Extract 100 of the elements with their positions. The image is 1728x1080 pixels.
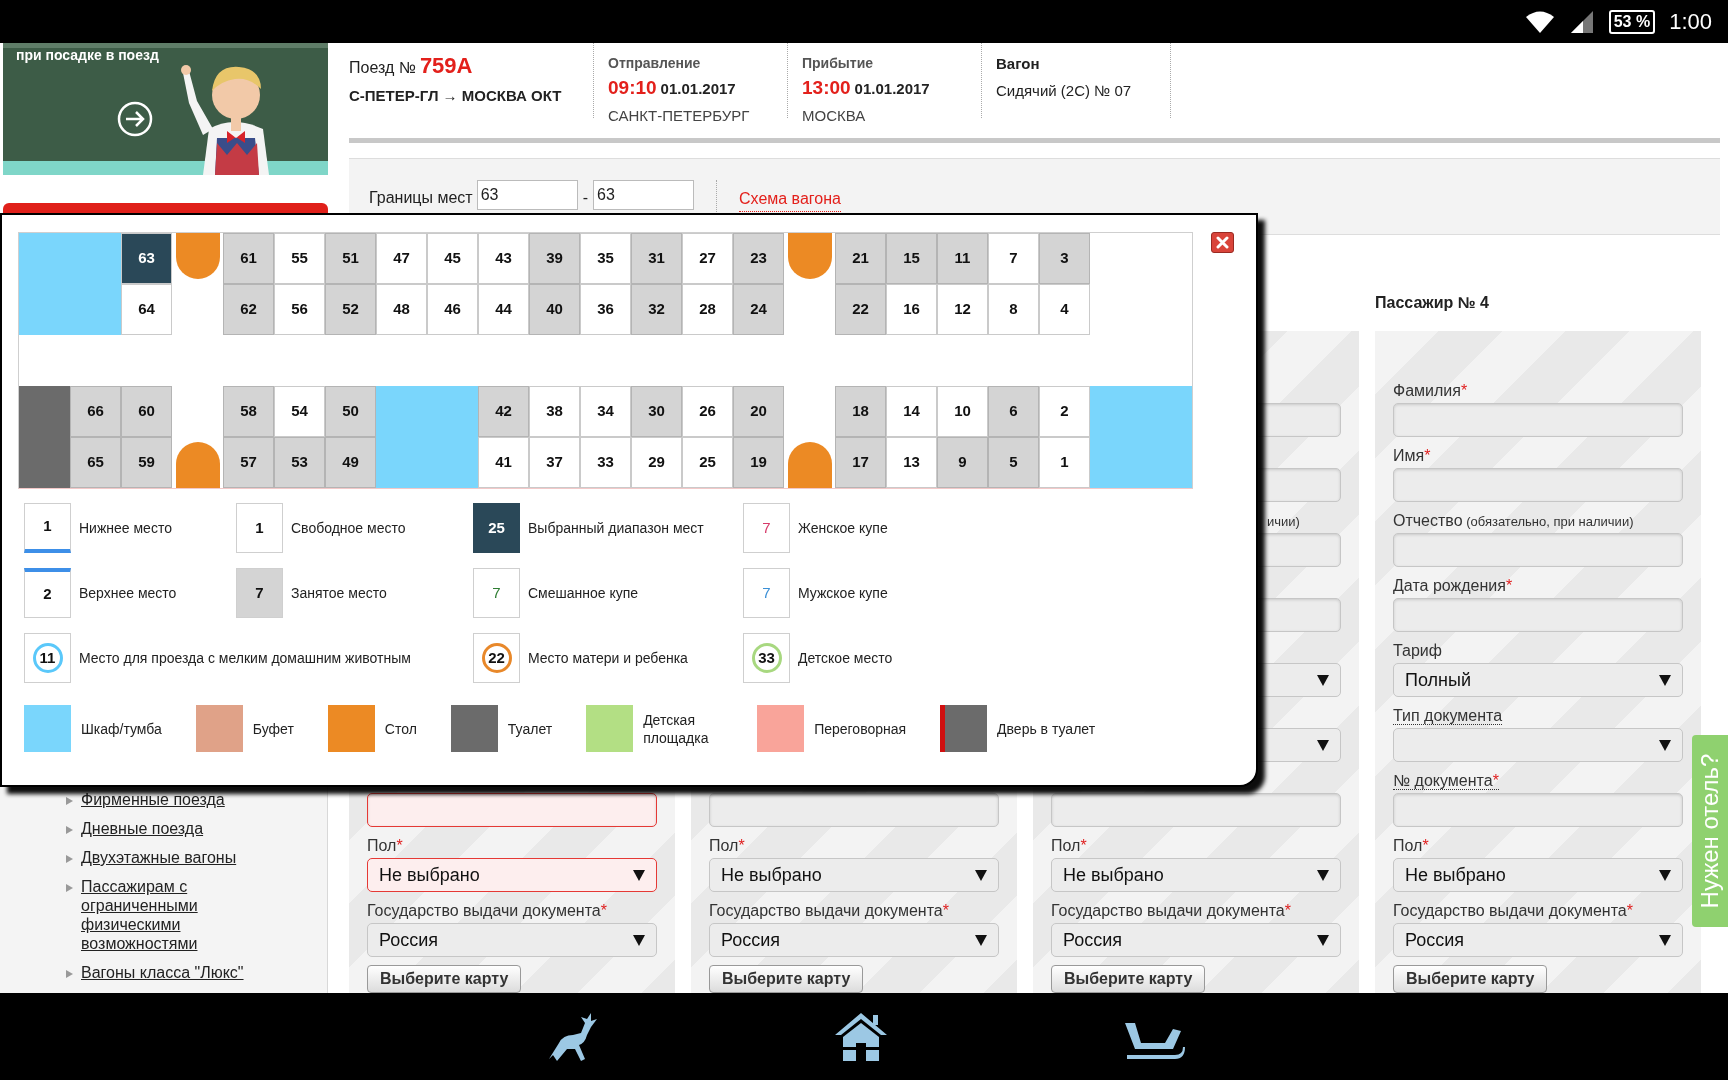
legend-sample: 2 (24, 568, 71, 618)
legend-label: Шкаф/тумба (81, 719, 162, 738)
dropdown[interactable]: Полный (1393, 663, 1683, 697)
dropdown[interactable]: Не выбрано (709, 858, 999, 892)
seat[interactable]: 7 (988, 233, 1039, 284)
dropdown[interactable]: Россия (367, 923, 657, 957)
seat[interactable]: 8 (988, 284, 1039, 335)
seat[interactable]: 26 (682, 386, 733, 437)
seat[interactable]: 17 (835, 437, 886, 488)
choose-card-button[interactable]: Выберите карту (709, 965, 864, 993)
train-number: 759А (419, 52, 473, 80)
seat[interactable]: 24 (733, 284, 784, 335)
seat[interactable]: 66 (70, 386, 121, 437)
seat[interactable]: 52 (325, 284, 376, 335)
seat[interactable]: 55 (274, 233, 325, 284)
legend-label: Дверь в туалет (997, 719, 1096, 738)
seat[interactable]: 62 (223, 284, 274, 335)
seat[interactable]: 36 (580, 284, 631, 335)
seat[interactable]: 20 (733, 386, 784, 437)
seat[interactable]: 25 (682, 437, 733, 488)
dropdown[interactable]: Россия (709, 923, 999, 957)
dropdown[interactable]: Россия (1051, 923, 1341, 957)
seat[interactable]: 40 (529, 284, 580, 335)
arrival-label: Прибытие (802, 54, 875, 73)
dropdown[interactable]: Не выбрано (1393, 858, 1683, 892)
seat[interactable]: 31 (631, 233, 682, 284)
sidebar-link[interactable]: Фирменные поезда (81, 790, 281, 809)
legend-label: Свободное место (291, 518, 406, 538)
seat[interactable]: 19 (733, 437, 784, 488)
seat[interactable]: 45 (427, 233, 478, 284)
seat[interactable]: 9 (937, 437, 988, 488)
legend-label: Мужское купе (798, 583, 888, 603)
battery-indicator: 53 % (1608, 9, 1656, 34)
seat[interactable]: 15 (886, 233, 937, 284)
seat[interactable]: 29 (631, 437, 682, 488)
car-scheme-link[interactable]: Схема вагона (739, 187, 841, 212)
seat[interactable]: 60 (121, 386, 172, 437)
seat[interactable]: 61 (223, 233, 274, 284)
seat[interactable]: 28 (682, 284, 733, 335)
seat-range-label: Границы мест (369, 188, 473, 208)
seat[interactable]: 64 (121, 284, 172, 335)
seat-to-field[interactable]: 63 (593, 180, 694, 210)
seat[interactable]: 58 (223, 386, 274, 437)
seat[interactable]: 30 (631, 386, 682, 437)
seat[interactable]: 14 (886, 386, 937, 437)
seat[interactable]: 54 (274, 386, 325, 437)
seat[interactable]: 41 (478, 437, 529, 488)
sidebar-link[interactable]: Вагоны класса "Люкс" (81, 963, 281, 982)
seat[interactable]: 59 (121, 437, 172, 488)
seat[interactable]: 12 (937, 284, 988, 335)
choose-card-button[interactable]: Выберите карту (1393, 965, 1548, 993)
seat[interactable]: 57 (223, 437, 274, 488)
seat[interactable]: 35 (580, 233, 631, 284)
seat[interactable]: 42 (478, 386, 529, 437)
choose-card-button[interactable]: Выберите карту (367, 965, 522, 993)
seat[interactable]: 10 (937, 386, 988, 437)
seat[interactable]: 51 (325, 233, 376, 284)
choose-card-button[interactable]: Выберите карту (1051, 965, 1206, 993)
seat[interactable]: 3 (1039, 233, 1090, 284)
seat[interactable]: 34 (580, 386, 631, 437)
seat[interactable]: 38 (529, 386, 580, 437)
seat[interactable]: 1 (1039, 437, 1090, 488)
seat[interactable]: 13 (886, 437, 937, 488)
seat[interactable]: 21 (835, 233, 886, 284)
seat[interactable]: 39 (529, 233, 580, 284)
seat[interactable]: 11 (937, 233, 988, 284)
seat[interactable]: 23 (733, 233, 784, 284)
sidebar-link[interactable]: Пассажирам с ограниченными физическими возможностями (81, 877, 281, 953)
seat[interactable]: 63 (121, 233, 172, 284)
seat[interactable]: 50 (325, 386, 376, 437)
seat[interactable]: 65 (70, 437, 121, 488)
seat[interactable]: 32 (631, 284, 682, 335)
seat[interactable]: 47 (376, 233, 427, 284)
sidebar-link[interactable]: Двухэтажные вагоны (81, 848, 281, 867)
seat[interactable]: 18 (835, 386, 886, 437)
seat[interactable]: 16 (886, 284, 937, 335)
seat[interactable]: 22 (835, 284, 886, 335)
legend-label: Выбранный диапазон мест (528, 518, 704, 538)
seat[interactable]: 44 (478, 284, 529, 335)
seat[interactable]: 48 (376, 284, 427, 335)
dropdown[interactable]: Не выбрано (1051, 858, 1341, 892)
seat[interactable]: 53 (274, 437, 325, 488)
seat[interactable]: 2 (1039, 386, 1090, 437)
seat[interactable]: 46 (427, 284, 478, 335)
seat[interactable]: 5 (988, 437, 1039, 488)
sidebar-link[interactable]: Дневные поезда (81, 819, 281, 838)
seat[interactable]: 4 (1039, 284, 1090, 335)
dropdown[interactable]: Россия (1393, 923, 1683, 957)
seat[interactable]: 56 (274, 284, 325, 335)
seat-from-field[interactable]: 63 (476, 180, 578, 210)
legend-label: Нижнее место (79, 518, 172, 538)
seat[interactable]: 49 (325, 437, 376, 488)
dropdown[interactable]: Не выбрано (367, 858, 657, 892)
seat[interactable]: 33 (580, 437, 631, 488)
range-separator: - (582, 188, 588, 208)
legend-label: Верхнее место (79, 583, 177, 603)
seat[interactable]: 37 (529, 437, 580, 488)
seat[interactable]: 43 (478, 233, 529, 284)
seat[interactable]: 6 (988, 386, 1039, 437)
seat[interactable]: 27 (682, 233, 733, 284)
